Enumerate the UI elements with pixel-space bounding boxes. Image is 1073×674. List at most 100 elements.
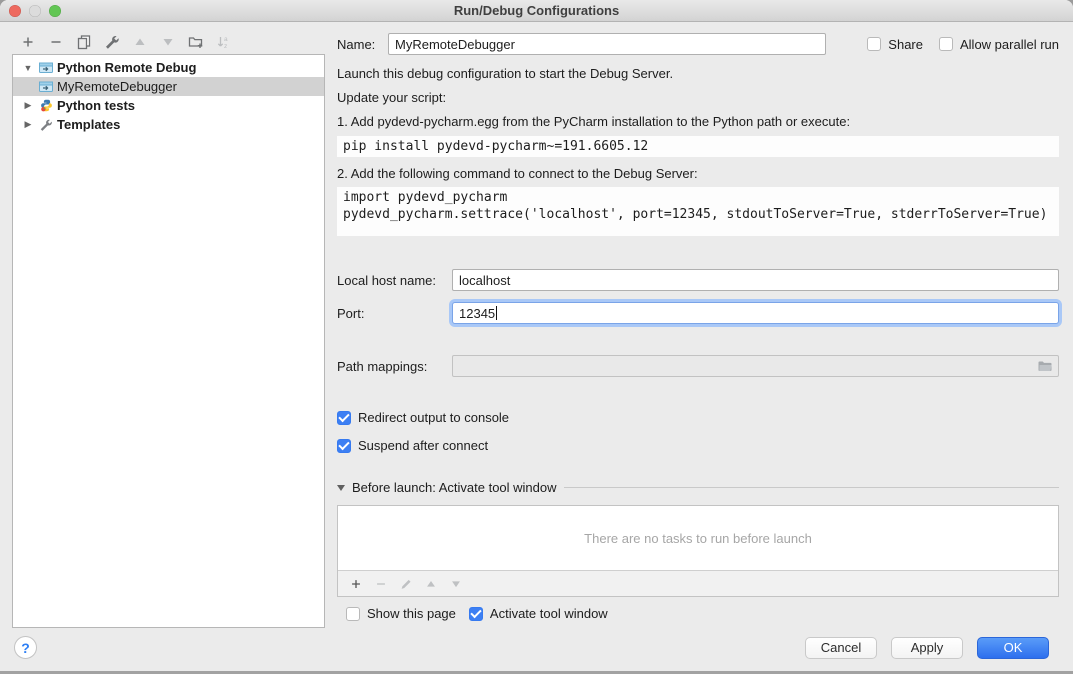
arrow-up-icon [424,577,438,591]
browse-folder-icon[interactable] [1037,359,1053,376]
remove-configuration-button[interactable] [42,31,70,53]
activate-tool-window-checkbox[interactable] [469,607,483,621]
before-launch-title: Before launch: Activate tool window [352,480,557,495]
suspend-after-connect-checkbox[interactable] [337,439,351,453]
new-folder-icon [188,34,204,50]
path-mappings-label: Path mappings: [337,359,452,374]
tree-item-myremotedebugger[interactable]: MyRemoteDebugger [13,77,324,96]
add-task-button[interactable] [343,574,368,594]
show-this-page-checkbox[interactable] [346,607,360,621]
arrow-down-icon [160,34,176,50]
launch-instruction-text: Launch this debug configuration to start… [337,66,1059,81]
tree-item-python-tests[interactable]: ▶ Python tests [13,96,324,115]
move-down-button[interactable] [154,31,182,53]
redirect-output-checkbox-group[interactable]: Redirect output to console [337,410,1059,425]
local-host-name-label: Local host name: [337,273,452,288]
sort-configurations-button[interactable]: az [210,31,238,53]
collapse-arrow-icon[interactable]: ▼ [19,63,37,73]
allow-parallel-run-checkbox[interactable] [939,37,953,51]
tree-item-label: Python Remote Debug [57,60,196,75]
new-folder-button[interactable] [182,31,210,53]
show-this-page-checkbox-group[interactable]: Show this page [346,606,456,621]
dialog-footer: ? Cancel Apply OK [0,628,1073,671]
tree-item-python-remote-debug[interactable]: ▼ Python Remote Debug [13,58,324,77]
step1-text: 1. Add pydevd-pycharm.egg from the PyCha… [337,114,1059,129]
window-title: Run/Debug Configurations [0,0,1073,21]
tree-item-label: Python tests [57,98,135,113]
activate-tool-window-checkbox-group[interactable]: Activate tool window [469,606,608,621]
wrench-icon [37,118,55,132]
traffic-lights [9,5,61,17]
sort-az-icon: az [216,34,232,50]
tasks-toolbar [338,570,1058,596]
python-tests-icon [37,99,55,112]
name-input[interactable] [388,33,826,55]
move-up-button[interactable] [126,31,154,53]
pencil-icon [399,577,413,591]
tree-item-label: MyRemoteDebugger [57,79,177,94]
port-value: 12345 [459,306,495,321]
update-script-text: Update your script: [337,90,1059,105]
show-this-page-label: Show this page [367,606,456,621]
cancel-button[interactable]: Cancel [805,637,877,659]
empty-tasks-message: There are no tasks to run before launch [338,506,1058,570]
svg-text:a: a [224,36,228,43]
arrow-up-icon [132,34,148,50]
apply-button[interactable]: Apply [891,637,963,659]
pip-install-code: pip install pydevd-pycharm~=191.6605.12 [337,136,1059,157]
expand-arrow-icon[interactable]: ▶ [19,100,37,111]
redirect-output-label: Redirect output to console [358,410,509,425]
text-cursor [496,306,497,320]
move-task-down-button[interactable] [443,574,468,594]
remove-icon [374,577,388,591]
collapse-arrow-icon[interactable] [337,485,345,491]
add-configuration-button[interactable] [14,31,42,53]
configurations-tree: ▼ Python Remote Debug MyRemoteDebugger ▶… [12,54,325,628]
remove-icon [48,34,64,50]
code-line-2: pydevd_pycharm.settrace('localhost', por… [343,207,1047,222]
suspend-after-connect-checkbox-group[interactable]: Suspend after connect [337,438,1059,453]
activate-tool-window-label: Activate tool window [490,606,608,621]
suspend-after-connect-label: Suspend after connect [358,438,488,453]
wrench-icon [104,34,120,50]
minimize-window-button[interactable] [29,5,41,17]
share-label: Share [888,37,923,52]
copy-configuration-button[interactable] [70,31,98,53]
tree-item-label: Templates [57,117,120,132]
edit-task-button[interactable] [393,574,418,594]
share-checkbox-group[interactable]: Share [867,37,923,52]
port-label: Port: [337,306,452,321]
move-task-up-button[interactable] [418,574,443,594]
local-host-name-input[interactable] [452,269,1059,291]
section-divider [564,487,1059,488]
name-label: Name: [337,37,388,52]
close-window-button[interactable] [9,5,21,17]
ok-button[interactable]: OK [977,637,1049,659]
expand-arrow-icon[interactable]: ▶ [19,119,37,130]
copy-icon [76,34,92,50]
add-icon [20,34,36,50]
code-line-1: import pydevd_pycharm [343,190,507,205]
sidebar-toolbar: az [14,30,238,54]
svg-text:z: z [224,43,227,50]
edit-templates-button[interactable] [98,31,126,53]
titlebar: Run/Debug Configurations [0,0,1073,22]
remote-debug-icon [37,61,55,74]
help-button[interactable]: ? [14,636,37,659]
add-icon [349,577,363,591]
arrow-down-icon [449,577,463,591]
help-question-icon: ? [21,640,30,656]
path-mappings-input[interactable] [452,355,1059,377]
settrace-code-block: import pydevd_pycharm pydevd_pycharm.set… [337,187,1059,236]
port-input[interactable]: 12345 [452,302,1059,324]
redirect-output-checkbox[interactable] [337,411,351,425]
tree-item-templates[interactable]: ▶ Templates [13,115,324,134]
share-checkbox[interactable] [867,37,881,51]
before-launch-section-header[interactable]: Before launch: Activate tool window [337,480,1059,495]
remove-task-button[interactable] [368,574,393,594]
zoom-window-button[interactable] [49,5,61,17]
step2-text: 2. Add the following command to connect … [337,166,1059,181]
allow-parallel-run-label: Allow parallel run [960,37,1059,52]
before-launch-tasks-panel: There are no tasks to run before launch [337,505,1059,597]
allow-parallel-run-checkbox-group[interactable]: Allow parallel run [939,37,1059,52]
